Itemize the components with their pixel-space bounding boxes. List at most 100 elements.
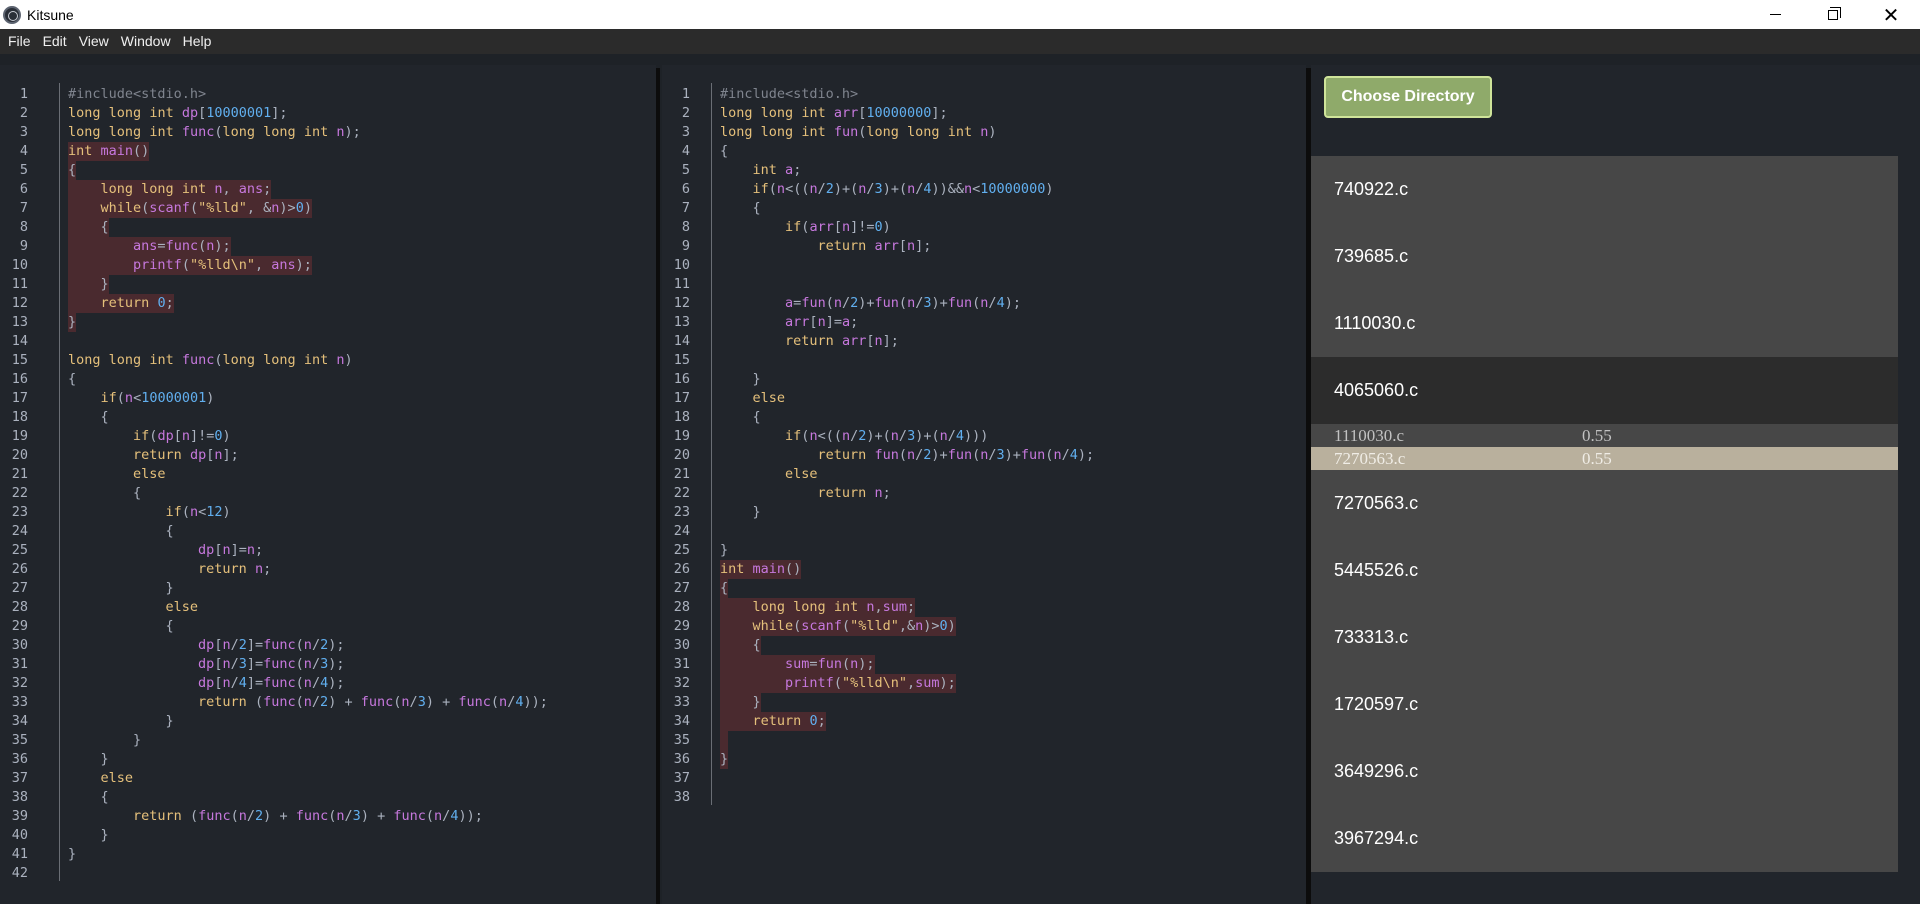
code-line: 33 }: [662, 693, 1306, 712]
line-number: 19: [11, 428, 28, 444]
code-text: [720, 731, 729, 750]
code-text: if(n<12): [165, 504, 231, 520]
line-number: 37: [11, 770, 28, 786]
code-text: {: [720, 143, 729, 159]
menu-help[interactable]: Help: [177, 29, 218, 54]
code-line: 8 if(arr[n]!=0): [662, 218, 1306, 237]
line-number: 35: [11, 732, 28, 748]
code-line: 15: [662, 351, 1306, 370]
code-text: {: [752, 409, 761, 425]
code-line: 31 sum=fun(n);: [662, 655, 1306, 674]
code-line: 35: [662, 731, 1306, 750]
code-text: {: [100, 409, 109, 425]
line-number: 40: [11, 827, 28, 843]
line-number: 15: [673, 352, 690, 368]
code-text: {: [720, 636, 761, 655]
file-list-item[interactable]: 739685.c: [1311, 223, 1898, 290]
code-line: 37 else: [0, 769, 656, 788]
code-text: return arr[n];: [785, 333, 899, 349]
code-line: 18 {: [662, 408, 1306, 427]
file-list: 740922.c 739685.c 1110030.c 4065060.c 11…: [1311, 156, 1898, 872]
code-line: 36}: [662, 750, 1306, 769]
editor-divider[interactable]: [656, 68, 660, 904]
code-line: 16 }: [662, 370, 1306, 389]
line-number: 7: [681, 200, 690, 216]
file-list-item[interactable]: 1110030.c: [1311, 290, 1898, 357]
line-number: 12: [673, 295, 690, 311]
code-text: }: [68, 846, 77, 862]
code-line: 11 }: [0, 275, 656, 294]
code-line: 29 while(scanf("%lld",&n)>0): [662, 617, 1306, 636]
line-number: 21: [11, 466, 28, 482]
line-number: 26: [673, 561, 690, 577]
line-number: 2: [19, 105, 28, 121]
menu-file[interactable]: File: [2, 29, 37, 54]
match-row-selected[interactable]: 7270563.c 0.55: [1311, 447, 1898, 470]
left-code-editor[interactable]: 1 #include<stdio.h> 2 long long int dp[1000…: [0, 65, 656, 904]
file-list-item[interactable]: 733313.c: [1311, 604, 1898, 671]
file-list-item[interactable]: 3649296.c: [1311, 738, 1898, 805]
minimize-icon[interactable]: [1746, 0, 1804, 29]
file-list-item[interactable]: 740922.c: [1311, 156, 1898, 223]
code-text: {: [165, 618, 174, 634]
code-text: dp[n/2]=func(n/2);: [198, 637, 345, 653]
file-list-item[interactable]: 3967294.c: [1311, 805, 1898, 872]
code-line: 20 return dp[n];: [0, 446, 656, 465]
menu-view[interactable]: View: [73, 29, 115, 54]
restore-icon[interactable]: [1804, 0, 1862, 29]
app-logo-icon: [3, 5, 21, 24]
match-file-name: 7270563.c: [1334, 448, 1406, 468]
file-list-item[interactable]: 7270563.c: [1311, 470, 1898, 537]
left-code-lines: 1 #include<stdio.h> 2 long long int dp[1000…: [0, 85, 656, 883]
code-line: 35 }: [0, 731, 656, 750]
app-title: Kitsune: [27, 6, 74, 23]
line-number: 20: [11, 447, 28, 463]
code-line: 5{: [0, 161, 656, 180]
close-icon[interactable]: ✕: [1862, 0, 1920, 29]
code-text: while(scanf("%lld",&n)>0): [720, 617, 956, 636]
choose-directory-button[interactable]: Choose Directory: [1324, 76, 1492, 118]
line-number: 42: [11, 865, 28, 881]
code-line: 1 #include<stdio.h>: [662, 85, 1306, 104]
code-text: return n;: [198, 561, 272, 577]
code-text: ans=func(n);: [68, 237, 231, 256]
code-text: sum=fun(n);: [720, 655, 875, 674]
code-line: 22 return n;: [662, 484, 1306, 503]
code-line: 40 }: [0, 826, 656, 845]
code-text: {: [100, 789, 109, 805]
file-list-item-selected[interactable]: 4065060.c: [1311, 357, 1898, 424]
line-number: 30: [673, 637, 690, 653]
code-text: else: [165, 599, 199, 615]
menu-window[interactable]: Window: [115, 29, 177, 54]
file-list-item[interactable]: 5445526.c: [1311, 537, 1898, 604]
line-number: 22: [11, 485, 28, 501]
line-number: 31: [673, 656, 690, 672]
code-line: 14: [0, 332, 656, 351]
line-number: 19: [673, 428, 690, 444]
code-line: 29 {: [0, 617, 656, 636]
code-line: 3 long long int fun(long long int n): [662, 123, 1306, 142]
code-line: 24 {: [0, 522, 656, 541]
file-list-item[interactable]: 1720597.c: [1311, 671, 1898, 738]
code-text: return n;: [817, 485, 891, 501]
line-number: 36: [673, 751, 690, 767]
right-code-editor[interactable]: 1 #include<stdio.h> 2 long long int arr[100…: [662, 65, 1306, 904]
code-line: 25}: [662, 541, 1306, 560]
code-text: }: [100, 751, 109, 767]
code-text: long long int dp[10000001];: [68, 105, 288, 121]
code-text: dp[n/3]=func(n/3);: [198, 656, 345, 672]
code-line: 21 else: [662, 465, 1306, 484]
code-line: 39 return (func(n/2) + func(n/3) + func(…: [0, 807, 656, 826]
code-text: }: [165, 580, 174, 596]
code-text: {: [133, 485, 142, 501]
line-number: 17: [11, 390, 28, 406]
match-row[interactable]: 1110030.c 0.55: [1311, 424, 1898, 447]
line-number: 35: [673, 732, 690, 748]
menu-edit[interactable]: Edit: [37, 29, 73, 54]
line-number: 13: [673, 314, 690, 330]
code-line: 17 if(n<10000001): [0, 389, 656, 408]
line-number: 11: [673, 276, 690, 292]
code-line: 9 return arr[n];: [662, 237, 1306, 256]
code-text: }: [752, 371, 761, 387]
line-number: 1: [681, 86, 690, 102]
